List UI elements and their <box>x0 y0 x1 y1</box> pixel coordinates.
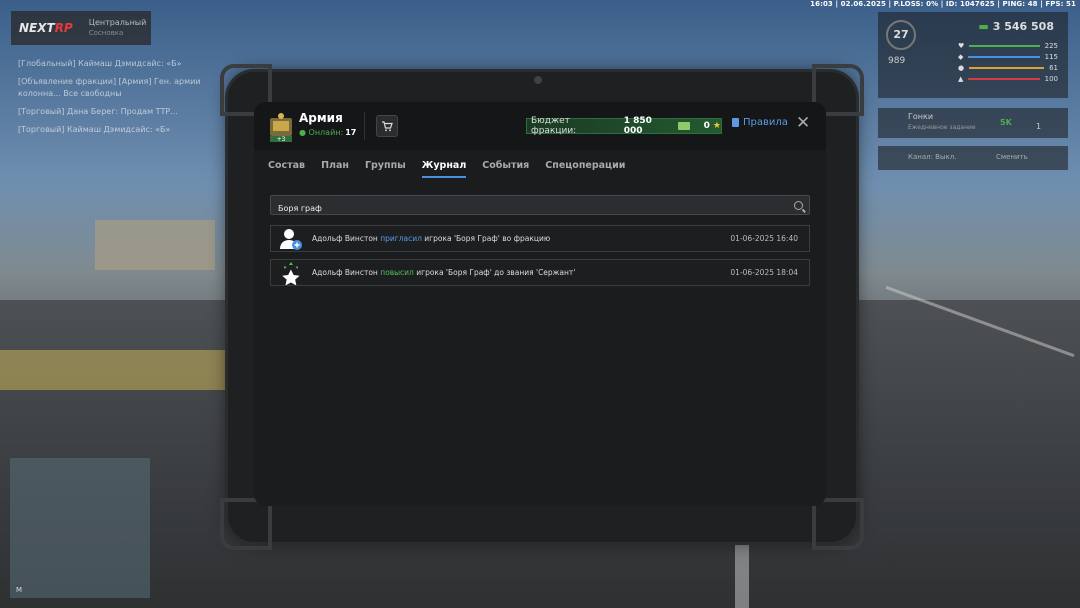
faction-tabs: Состав План Группы Журнал События Спецоп… <box>268 160 625 178</box>
log-text: Адольф Винстон пригласил игрока 'Боря Гр… <box>312 234 551 243</box>
minimap[interactable]: M <box>10 458 150 598</box>
server-logo: NEXTRP Центральный Сосновка <box>11 11 151 45</box>
faction-name: Армия <box>299 111 343 125</box>
background-road-line <box>735 540 749 608</box>
hud-stats: ♥ 225 ◆ 115 ● 61 ▲ 100 <box>958 40 1058 84</box>
chat-line: [Торговый] Каймаш Дэмидсайс: «Б» <box>18 125 171 134</box>
tab-journal[interactable]: Журнал <box>421 160 467 178</box>
tab-sostav[interactable]: Состав <box>268 160 305 178</box>
search-icon[interactable] <box>794 201 803 210</box>
task-title: Гонки <box>908 112 934 121</box>
search-input[interactable] <box>271 198 780 219</box>
chat-line: [Глобальный] Каймаш Дэмидсайс: «Б» <box>18 59 182 68</box>
player-money: ▬ 3 546 508 <box>978 20 1054 33</box>
tab-plan[interactable]: План <box>321 160 349 178</box>
cash-icon <box>677 122 690 130</box>
stat-row: ♥ 225 <box>958 41 1058 50</box>
player-hud: 27 ▬ 3 546 508 989 ♥ 225 ◆ 115 ● 61 ▲ 100 <box>878 12 1068 98</box>
heart-icon: ♥ <box>958 41 965 50</box>
tablet-screen: +3 Армия ● Онлайн: 17 Бюджет фракции: 1 8… <box>254 102 826 506</box>
cash-icon: ▬ <box>978 20 989 33</box>
food-icon: ● <box>958 63 965 72</box>
rules-link[interactable]: Правила <box>732 117 788 128</box>
log-entry: Адольф Винстон повысил игрока 'Боря Граф… <box>270 259 810 286</box>
log-entry: Адольф Винстон пригласил игрока 'Боря Гр… <box>270 225 810 252</box>
camera-dot <box>534 76 542 84</box>
log-date: 01-06-2025 16:40 <box>730 234 798 243</box>
document-icon <box>732 118 739 127</box>
voice-channel-panel[interactable]: Канал: Выкл. Сменить <box>878 146 1068 170</box>
close-button[interactable]: ✕ <box>796 114 810 132</box>
chat-line: [Объявление фракции] [Армия] Ген. армии … <box>18 77 201 98</box>
tab-events[interactable]: События <box>482 160 529 178</box>
channel-label: Канал: Выкл. <box>908 153 957 161</box>
promote-icon <box>282 262 300 285</box>
logo-city: Центральный Сосновка <box>88 18 147 37</box>
svg-text:+3: +3 <box>277 136 286 142</box>
background-road-stripe <box>0 350 230 390</box>
journal-search <box>270 195 810 219</box>
daily-task-panel[interactable]: Гонки Ежедневное задание 5K 1 <box>878 108 1068 138</box>
army-emblem-icon: +3 <box>270 113 292 142</box>
minimap-label: M <box>16 586 23 594</box>
status-topbar: 16:03 | 02.06.2025 | P.LOSS: 0% | ID: 10… <box>810 0 1076 8</box>
shop-cart-button[interactable] <box>376 115 398 137</box>
tab-special-ops[interactable]: Спецоперации <box>545 160 625 178</box>
faction-online: ● Онлайн: 17 <box>299 128 357 137</box>
log-date: 01-06-2025 18:04 <box>730 268 798 277</box>
cart-icon <box>382 121 393 132</box>
shield-icon: ◆ <box>958 52 964 61</box>
user-add-icon <box>280 229 302 250</box>
level-badge: 27 <box>886 20 916 50</box>
logo-brand: NEXTRP <box>19 21 73 35</box>
background-building <box>95 220 215 270</box>
stat-row: ◆ 115 <box>958 52 1058 61</box>
stat-row: ● 61 <box>958 63 1058 72</box>
task-count: 1 <box>1036 122 1042 131</box>
budget-label: Бюджет фракции: <box>531 116 577 136</box>
task-subtitle: Ежедневное задание <box>908 124 976 131</box>
star-icon: ★ <box>712 121 721 131</box>
water-icon: ▲ <box>958 74 964 83</box>
budget-amount: 1 850 000 <box>623 116 652 136</box>
budget-coins: 0 <box>703 121 710 131</box>
chat-line: [Торговый] Дана Берег: Продам ТТР... <box>18 107 178 116</box>
hud-side-value: 989 <box>888 56 906 66</box>
chat-log: [Глобальный] Каймаш Дэмидсайс: «Б» [Объя… <box>18 58 228 142</box>
faction-budget: Бюджет фракции: 1 850 000 0 ★ <box>526 116 722 136</box>
tablet-corner <box>812 498 864 550</box>
tab-groups[interactable]: Группы <box>365 160 406 178</box>
header-divider <box>364 112 365 140</box>
stat-row: ▲ 100 <box>958 74 1058 83</box>
faction-header: +3 Армия ● Онлайн: 17 Бюджет фракции: 1 8… <box>254 102 826 150</box>
task-reward: 5K <box>1000 118 1012 127</box>
faction-tablet: +3 Армия ● Онлайн: 17 Бюджет фракции: 1 8… <box>220 64 864 550</box>
log-text: Адольф Винстон повысил игрока 'Боря Граф… <box>312 268 576 277</box>
channel-switch[interactable]: Сменить <box>996 153 1028 161</box>
